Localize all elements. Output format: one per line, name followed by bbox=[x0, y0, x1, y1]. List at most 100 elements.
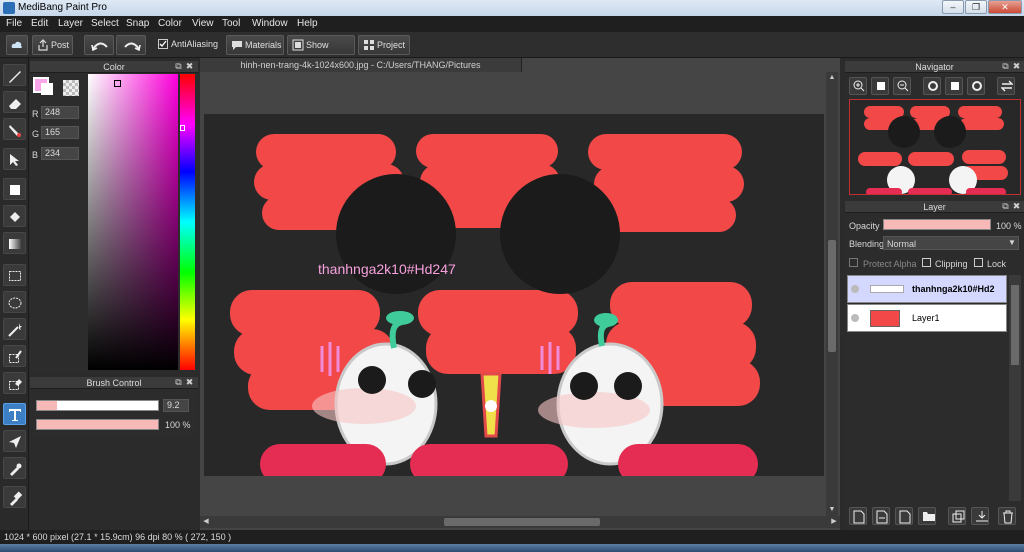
eraser-tool[interactable] bbox=[3, 91, 26, 113]
show-detail-button[interactable]: Show Detail bbox=[287, 35, 355, 68]
panel-close-icon[interactable]: ✖ bbox=[185, 61, 194, 72]
chevron-down-icon: ▼ bbox=[1008, 238, 1016, 247]
brush-control-panel: Brush Control ⧉ ✖ 9.2 100 % bbox=[30, 377, 198, 437]
redo-button[interactable] bbox=[116, 35, 146, 55]
select-pen-tool[interactable] bbox=[3, 345, 26, 367]
zoom-out-button[interactable] bbox=[893, 77, 911, 95]
operation-tool[interactable] bbox=[3, 430, 26, 452]
horizontal-scroll-thumb[interactable] bbox=[444, 518, 600, 526]
rotate-left-button[interactable] bbox=[923, 77, 941, 95]
eyedropper-tool[interactable] bbox=[3, 486, 26, 508]
menu-view[interactable]: View bbox=[192, 18, 214, 29]
horizontal-scrollbar[interactable]: ◀ ▶ bbox=[200, 516, 840, 528]
layer-scroll-thumb[interactable] bbox=[1011, 285, 1019, 365]
zoom-in-button[interactable] bbox=[849, 77, 867, 95]
lasso-tool[interactable] bbox=[3, 291, 26, 313]
visibility-eye-icon[interactable] bbox=[851, 285, 859, 293]
rotate-right-button[interactable] bbox=[967, 77, 985, 95]
panel-float-icon[interactable]: ⧉ bbox=[174, 377, 183, 388]
hue-cursor bbox=[180, 125, 185, 131]
panel-close-icon[interactable]: ✖ bbox=[185, 377, 194, 388]
delete-layer-button[interactable] bbox=[998, 507, 1016, 525]
duplicate-layer-button[interactable] bbox=[948, 507, 966, 525]
menu-select[interactable]: Select bbox=[91, 18, 119, 29]
scroll-right-arrow-icon[interactable]: ▶ bbox=[828, 516, 840, 528]
project-button[interactable]: Project bbox=[358, 35, 410, 55]
post-button[interactable]: Post bbox=[32, 35, 73, 55]
new-layer-button[interactable] bbox=[849, 507, 867, 525]
document-tab[interactable]: hinh-nen-trang-4k-1024x600.jpg - C:/User… bbox=[200, 58, 522, 72]
artwork-image: thanhnga2k10#Hd247 bbox=[230, 134, 760, 476]
r-input[interactable]: 248 bbox=[41, 106, 79, 119]
vertical-scrollbar[interactable]: ▲ ▼ bbox=[826, 72, 838, 516]
menu-layer[interactable]: Layer bbox=[58, 18, 83, 29]
vertical-scroll-thumb[interactable] bbox=[828, 240, 836, 352]
menu-edit[interactable]: Edit bbox=[31, 18, 48, 29]
layer-row-text[interactable]: thanhnga2k10#Hd2 bbox=[847, 275, 1007, 303]
magic-wand-tool[interactable] bbox=[3, 318, 26, 340]
panel-close-icon[interactable]: ✖ bbox=[1012, 61, 1021, 72]
brush-size-value[interactable]: 9.2 bbox=[163, 399, 189, 412]
reset-rotation-button[interactable] bbox=[945, 77, 963, 95]
panel-float-icon[interactable]: ⧉ bbox=[1001, 201, 1010, 212]
layer-name: thanhnga2k10#Hd2 bbox=[912, 284, 995, 294]
move-tool[interactable] bbox=[3, 148, 26, 170]
scroll-left-arrow-icon[interactable]: ◀ bbox=[200, 516, 212, 528]
brush-size-slider[interactable] bbox=[36, 400, 159, 411]
secondary-color-swatch[interactable] bbox=[41, 83, 53, 95]
layer-row-layer1[interactable]: Layer1 bbox=[847, 304, 1007, 332]
clipping-checkbox[interactable] bbox=[922, 258, 931, 267]
text-tool[interactable] bbox=[3, 403, 26, 425]
new-8bit-layer-button[interactable] bbox=[895, 507, 913, 525]
panel-close-icon[interactable]: ✖ bbox=[1012, 201, 1021, 212]
menu-file[interactable]: File bbox=[6, 18, 22, 29]
lock-checkbox[interactable] bbox=[974, 258, 983, 267]
close-button[interactable]: ✕ bbox=[988, 0, 1022, 14]
scroll-down-arrow-icon[interactable]: ▼ bbox=[826, 504, 838, 516]
navigator-preview[interactable] bbox=[849, 99, 1021, 195]
blending-select[interactable]: Normal ▼ bbox=[883, 236, 1019, 250]
menu-tool[interactable]: Tool bbox=[222, 18, 240, 29]
menu-help[interactable]: Help bbox=[297, 18, 318, 29]
window-title: MediBang Paint Pro bbox=[18, 2, 107, 13]
undo-button[interactable] bbox=[84, 35, 114, 55]
pen-tool[interactable] bbox=[3, 64, 26, 86]
fit-button[interactable] bbox=[871, 77, 889, 95]
brush-opacity-slider[interactable] bbox=[36, 419, 159, 430]
popcorn bbox=[480, 372, 502, 438]
restore-button[interactable]: ❐ bbox=[965, 0, 987, 14]
panel-float-icon[interactable]: ⧉ bbox=[174, 61, 183, 72]
minimize-button[interactable]: – bbox=[942, 0, 964, 14]
menu-window[interactable]: Window bbox=[252, 18, 288, 29]
antialiasing-toggle[interactable]: AntiAliasing bbox=[155, 35, 218, 55]
hue-slider[interactable] bbox=[180, 74, 195, 370]
select-eraser-tool[interactable] bbox=[3, 372, 26, 394]
visibility-eye-icon[interactable] bbox=[851, 314, 859, 322]
saturation-value-picker[interactable] bbox=[88, 74, 178, 370]
fill-tool[interactable] bbox=[3, 205, 26, 227]
detail-icon bbox=[292, 39, 304, 51]
protect-alpha-checkbox[interactable] bbox=[849, 258, 858, 267]
panel-float-icon[interactable]: ⧉ bbox=[1001, 61, 1010, 72]
menu-color[interactable]: Color bbox=[158, 18, 182, 29]
materials-button[interactable]: Materials bbox=[226, 35, 284, 55]
b-input[interactable]: 234 bbox=[41, 147, 79, 160]
new-halftone-layer-button[interactable] bbox=[872, 507, 890, 525]
brush-tool[interactable] bbox=[3, 118, 26, 140]
dropper-tool[interactable] bbox=[3, 457, 26, 479]
layer-scrollbar[interactable] bbox=[1009, 275, 1021, 501]
select-rect-tool[interactable] bbox=[3, 264, 26, 286]
menu-snap[interactable]: Snap bbox=[126, 18, 149, 29]
flip-button[interactable] bbox=[997, 77, 1015, 95]
folder-button[interactable] bbox=[918, 507, 936, 525]
rectangle-tool[interactable] bbox=[3, 178, 26, 200]
navigator-panel: Navigator ⧉ ✖ bbox=[845, 61, 1024, 198]
g-input[interactable]: 165 bbox=[41, 126, 79, 139]
artwork-canvas[interactable]: thanhnga2k10#Hd247 bbox=[204, 114, 824, 476]
gradient-tool[interactable] bbox=[3, 232, 26, 254]
transparent-color-swatch[interactable] bbox=[63, 80, 79, 96]
merge-down-button[interactable] bbox=[971, 507, 989, 525]
layer-opacity-slider[interactable] bbox=[883, 219, 991, 230]
scroll-up-arrow-icon[interactable]: ▲ bbox=[826, 72, 838, 84]
cloud-button[interactable] bbox=[6, 35, 28, 55]
